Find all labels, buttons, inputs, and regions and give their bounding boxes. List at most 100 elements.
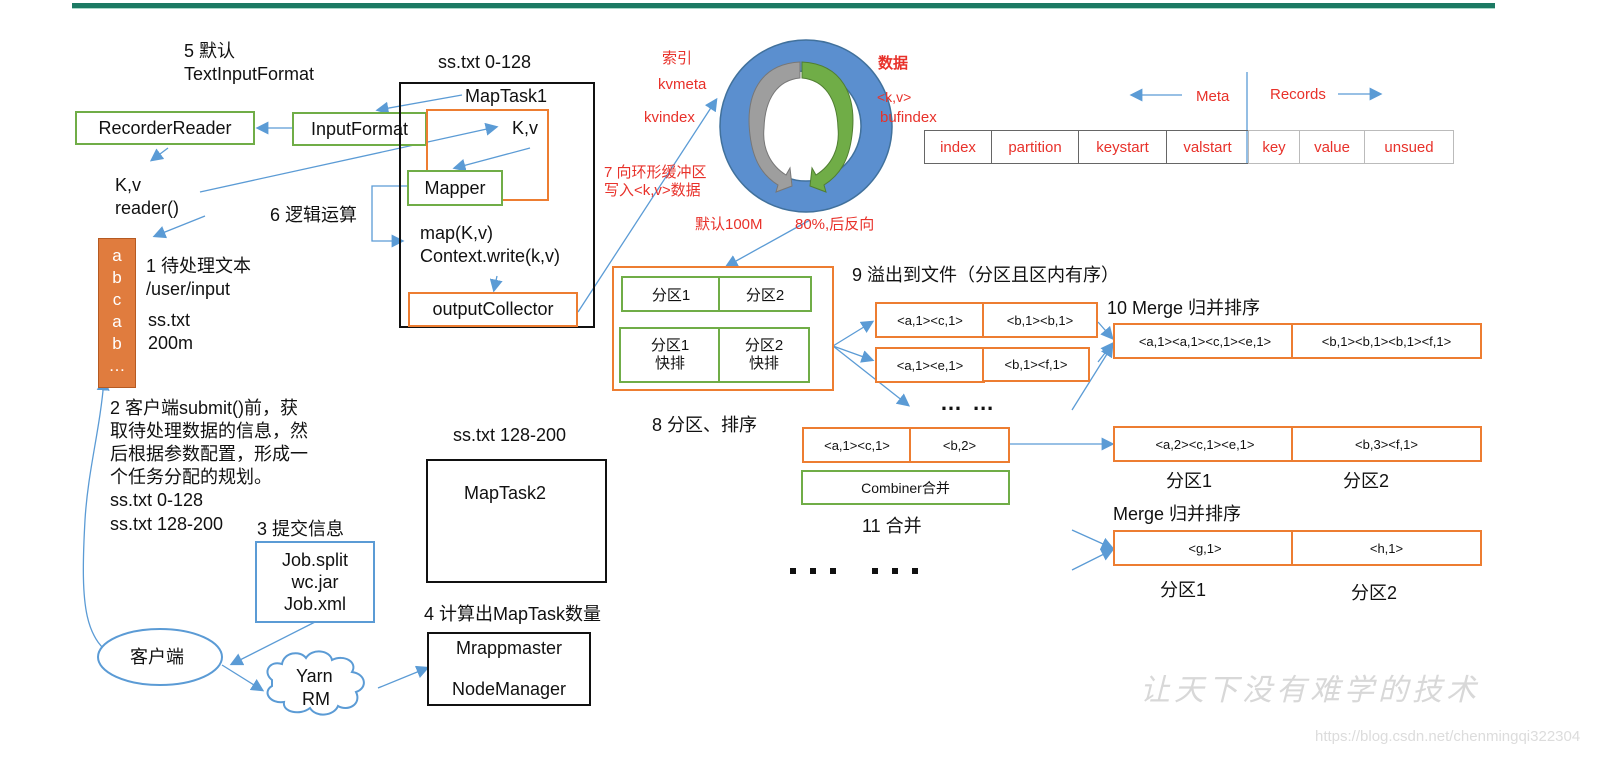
context-write-label: Context.write(k,v) bbox=[420, 246, 561, 266]
file-letter: c bbox=[112, 290, 122, 309]
watermark-url: https://blog.csdn.net/chenmingqi322304 bbox=[1315, 728, 1581, 745]
threshold-label: 80%,后反向 bbox=[795, 216, 875, 233]
merged-partition2-cell: <b,1><b,1><b,1><f,1> bbox=[1291, 323, 1482, 359]
yarn-label: Yarn bbox=[296, 666, 333, 686]
partition2-sort-label: 分区2 bbox=[744, 337, 784, 354]
file-letter: b bbox=[112, 334, 122, 353]
partition1-sort-label: 分区1 bbox=[650, 337, 690, 354]
reader-label: reader() bbox=[115, 198, 180, 218]
split-1-label: ss.txt 0-128 bbox=[110, 490, 204, 510]
spill2-cell: <a,1><e,1> bbox=[875, 347, 985, 383]
step2-line: 个任务分配的规划。 bbox=[110, 467, 272, 487]
mrappmaster-box: Mrappmaster NodeManager bbox=[427, 632, 591, 706]
arrow-part-to-spill2 bbox=[832, 345, 875, 363]
spill1-cell: <a,1><c,1> bbox=[875, 302, 985, 338]
map-call-label: map(K,v) bbox=[420, 223, 494, 243]
file-letter: a bbox=[112, 246, 122, 265]
file-size: 200m bbox=[148, 333, 194, 353]
meta-cell: keystart bbox=[1078, 130, 1167, 164]
arrow-yarn-to-mrapp bbox=[377, 665, 430, 689]
bufindex-label: bufindex bbox=[880, 109, 937, 126]
combiner-cell: <a,1><c,1> bbox=[802, 427, 912, 463]
partition2-label-b: 分区2 bbox=[1351, 583, 1398, 603]
meta-label: Meta bbox=[1196, 88, 1230, 105]
combined-partition1-cell: <a,2><c,1><e,1> bbox=[1113, 426, 1297, 462]
step5-label-line2: TextInputFormat bbox=[184, 64, 315, 84]
meta-cell: valstart bbox=[1166, 130, 1249, 164]
ellipsis-dots bbox=[790, 568, 918, 574]
partition1-label-b: 分区1 bbox=[1160, 580, 1207, 600]
job-xml-file: Job.xml bbox=[283, 594, 346, 614]
watermark-slogan: 让天下没有难学的技术 bbox=[1140, 673, 1480, 708]
step4-label: 4 计算出MapTask数量 bbox=[424, 604, 602, 624]
maptask-kv-label: K,v bbox=[512, 118, 539, 138]
merge2-partition2-cell: <h,1> bbox=[1291, 530, 1482, 566]
meta-cell: value bbox=[1299, 130, 1365, 164]
maptask1-split-label: ss.txt 0-128 bbox=[438, 52, 532, 72]
job-split-file: Job.split bbox=[281, 550, 349, 570]
mrappmaster-label: Mrappmaster bbox=[455, 638, 563, 658]
meta-cell: unsued bbox=[1364, 130, 1454, 164]
partition2-label: 分区2 bbox=[1343, 471, 1390, 491]
job-files-box: Job.split wc.jar Job.xml bbox=[255, 541, 375, 623]
step11-label: 11 合并 bbox=[862, 516, 922, 536]
combiner-box: Combiner合并 bbox=[801, 470, 1010, 505]
arrow-merge2-b bbox=[1071, 548, 1115, 571]
merged-partition1-cell: <a,1><a,1><c,1><e,1> bbox=[1113, 323, 1297, 359]
input-file-stack: a b c a b … bbox=[98, 238, 136, 388]
arrow-merge2-a bbox=[1071, 529, 1115, 550]
step2-line: 后根据参数配置，形成一 bbox=[110, 444, 308, 464]
partition1-label: 分区1 bbox=[1166, 471, 1213, 491]
default-size-label: 默认100M bbox=[695, 216, 763, 233]
records-label: Records bbox=[1270, 86, 1326, 103]
nodemanager-label: NodeManager bbox=[451, 679, 567, 699]
combiner-cell: <b,2> bbox=[909, 427, 1010, 463]
rm-label: RM bbox=[302, 689, 330, 709]
partition1-sort-cell: 分区1 快排 bbox=[619, 327, 721, 383]
combined-partition2-cell: <b,3><f,1> bbox=[1291, 426, 1482, 462]
kv-data-label: <k,v> bbox=[877, 89, 912, 105]
arrow-jobfiles-to-yarn bbox=[229, 621, 316, 666]
recorder-reader-box: RecorderReader bbox=[75, 111, 255, 145]
file-letter: b bbox=[112, 268, 122, 287]
client-label: 客户端 bbox=[130, 647, 184, 667]
step3-label: 3 提交信息 bbox=[257, 519, 345, 539]
arrow-spill2-to-merge bbox=[1097, 341, 1114, 363]
step9-label: 9 溢出到文件（分区且区内有序） bbox=[852, 265, 1120, 285]
file-letter: … bbox=[108, 356, 126, 375]
step10-label: 10 Merge 归并排序 bbox=[1107, 298, 1261, 318]
meta-cell: key bbox=[1248, 130, 1300, 164]
partition2-sort-cell: 分区2 快排 bbox=[718, 327, 810, 383]
merge2-label: Merge 归并排序 bbox=[1113, 504, 1242, 524]
step1-label-line2: /user/input bbox=[146, 279, 231, 299]
spill2-cell: <b,1><f,1> bbox=[982, 347, 1090, 382]
title-bar bbox=[72, 3, 1495, 9]
ring-buffer bbox=[719, 39, 893, 213]
maptask2-title: MapTask2 bbox=[464, 483, 547, 503]
quicksort-label: 快排 bbox=[654, 355, 685, 372]
mapper-box: Mapper bbox=[407, 170, 503, 206]
maptask1-title: MapTask1 bbox=[465, 86, 548, 106]
meta-records-row: index partition keystart valstart key va… bbox=[924, 130, 1454, 164]
step1-label-line1: 1 待处理文本 bbox=[146, 256, 252, 276]
arrow-file-to-input bbox=[152, 215, 206, 239]
kvindex-label: kvindex bbox=[644, 109, 695, 126]
arrow-client-to-yarn bbox=[221, 664, 265, 692]
partition2-cell: 分区2 bbox=[718, 276, 812, 312]
spill-ellipsis: … … bbox=[940, 390, 997, 415]
green-arrow-icon bbox=[801, 61, 854, 193]
arrow-reader-to-kv bbox=[149, 147, 169, 162]
meta-cell: partition bbox=[991, 130, 1079, 164]
file-name: ss.txt bbox=[148, 310, 191, 330]
index-label: 索引 bbox=[662, 50, 693, 67]
spill1-cell: <b,1><b,1> bbox=[982, 302, 1098, 338]
step2-line: 取待处理数据的信息，然 bbox=[110, 421, 308, 441]
arrow-spill1-to-merge bbox=[1097, 321, 1114, 340]
maptask2-split-label: ss.txt 128-200 bbox=[453, 425, 567, 445]
quicksort-label: 快排 bbox=[748, 355, 779, 372]
meta-cell: index bbox=[924, 130, 992, 164]
grey-arrow-icon bbox=[748, 61, 801, 193]
kvmeta-label: kvmeta bbox=[658, 76, 707, 93]
merge2-partition1-cell: <g,1> bbox=[1113, 530, 1297, 566]
step5-label-line1: 5 默认 bbox=[184, 41, 236, 61]
